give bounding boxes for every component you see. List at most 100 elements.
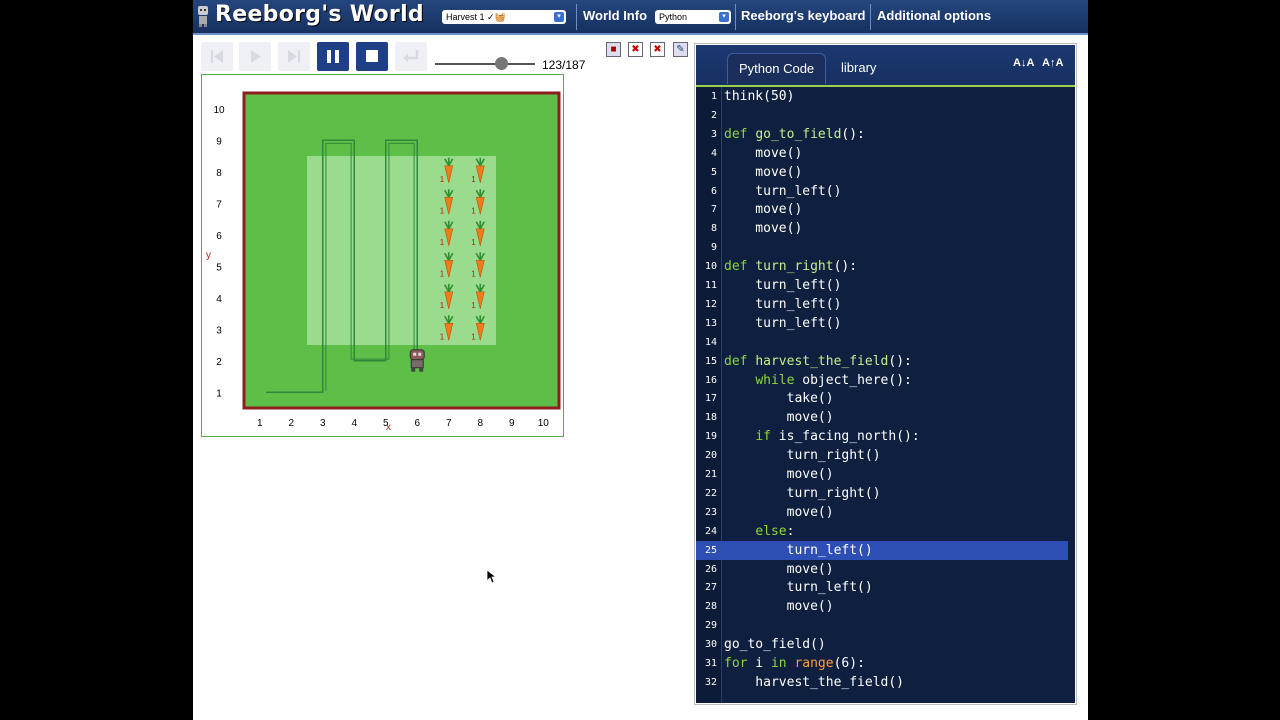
code-text: go_to_field() bbox=[724, 637, 826, 653]
code-line[interactable]: 10 def turn_right(): bbox=[696, 257, 1068, 276]
code-line[interactable]: 27 turn_left() bbox=[696, 578, 1068, 597]
editor-tab-bar: Python Code library A↓A A↑A bbox=[696, 45, 1075, 87]
y-tick-label: 1 bbox=[216, 388, 222, 399]
reload-button[interactable] bbox=[395, 42, 427, 71]
code-line[interactable]: 17 take() bbox=[696, 389, 1068, 408]
stop-button[interactable] bbox=[356, 42, 388, 71]
code-line-highlighted[interactable]: 25 turn_left() bbox=[696, 540, 1068, 560]
carrot-count: 1 bbox=[440, 175, 445, 184]
line-number: 6 bbox=[710, 185, 717, 197]
play-icon bbox=[251, 50, 261, 63]
code-line[interactable]: 5 move() bbox=[696, 163, 1068, 182]
chevron-down-icon: ▾ bbox=[554, 12, 564, 22]
keyboard-button[interactable]: Reeborg's keyboard bbox=[741, 8, 865, 23]
line-number: 10 bbox=[704, 261, 717, 273]
language-select[interactable]: Python ▾ bbox=[655, 10, 731, 24]
skip-forward-icon bbox=[288, 50, 300, 63]
code-line[interactable]: 13 turn_left() bbox=[696, 314, 1068, 333]
additional-options-button[interactable]: Additional options bbox=[877, 8, 991, 23]
code-line[interactable]: 2 bbox=[696, 106, 1068, 125]
code-line[interactable]: 4 move() bbox=[696, 144, 1068, 163]
speed-slider[interactable] bbox=[435, 63, 535, 65]
tab-library[interactable]: library bbox=[830, 53, 887, 83]
run-button[interactable] bbox=[239, 42, 271, 71]
font-increase-button[interactable]: A↑A bbox=[1042, 57, 1063, 69]
code-text: if is_facing_north(): bbox=[755, 429, 920, 445]
code-line[interactable]: 31 for i in range(6): bbox=[696, 654, 1068, 673]
code-text: move() bbox=[724, 202, 803, 218]
code-line[interactable]: 7 move() bbox=[696, 200, 1068, 219]
code-text: turn_right() bbox=[724, 448, 881, 464]
top-menu-bar: Reeborg's World Harvest 1 ✓🧺 ▾ World Inf… bbox=[193, 0, 1088, 35]
y-tick-label: 6 bbox=[216, 231, 222, 242]
line-number: 16 bbox=[704, 374, 717, 386]
line-number: 2 bbox=[710, 109, 717, 121]
world-select[interactable]: Harvest 1 ✓🧺 ▾ bbox=[442, 10, 566, 24]
code-text: turn_left() bbox=[724, 580, 873, 596]
line-number: 15 bbox=[704, 355, 717, 367]
line-number: 29 bbox=[704, 620, 717, 632]
code-line[interactable]: 23 move() bbox=[696, 503, 1068, 522]
line-number: 22 bbox=[704, 487, 717, 499]
code-text: turn_left() bbox=[724, 278, 842, 293]
line-number: 14 bbox=[704, 336, 717, 348]
code-line[interactable]: 26 move() bbox=[696, 560, 1068, 579]
y-axis-label: y bbox=[206, 250, 211, 261]
world-info-button[interactable]: World Info bbox=[583, 8, 647, 23]
edit-world-icon[interactable]: ✎ bbox=[673, 42, 688, 57]
code-line[interactable]: 12 turn_left() bbox=[696, 295, 1068, 314]
reverse-step-button[interactable] bbox=[201, 42, 233, 71]
code-text: move() bbox=[724, 410, 834, 426]
pause-button[interactable] bbox=[317, 42, 349, 71]
robot-wheel-icon bbox=[419, 367, 424, 372]
line-number: 27 bbox=[704, 582, 717, 594]
code-line[interactable]: 16 while object_here(): bbox=[696, 371, 1068, 390]
y-tick-label: 8 bbox=[216, 168, 222, 179]
code-line[interactable]: 28 move() bbox=[696, 597, 1068, 616]
delete-icon[interactable]: ✖ bbox=[628, 42, 643, 57]
line-number: 20 bbox=[704, 450, 717, 462]
carrot-count: 1 bbox=[440, 269, 445, 278]
step-button[interactable] bbox=[278, 42, 310, 71]
code-line[interactable]: 30 go_to_field() bbox=[696, 635, 1068, 654]
code-line[interactable]: 1 think(50) bbox=[696, 87, 1068, 106]
code-line[interactable]: 29 bbox=[696, 616, 1068, 635]
code-line[interactable]: 9 bbox=[696, 238, 1068, 257]
code-line[interactable]: 6 turn_left() bbox=[696, 182, 1068, 201]
code-line[interactable]: 14 bbox=[696, 333, 1068, 352]
menu-divider bbox=[576, 4, 577, 30]
field-area bbox=[307, 156, 496, 345]
carrot-count: 1 bbox=[471, 301, 476, 310]
code-text: move() bbox=[724, 599, 834, 615]
world-grid: 1 11 11 11 11 11 11 2 3 4 5 6 7 8 9 1012345678910xy bbox=[206, 91, 561, 433]
line-number: 26 bbox=[704, 563, 717, 575]
carrot-count: 1 bbox=[471, 269, 476, 278]
speed-slider-handle[interactable] bbox=[494, 57, 508, 70]
code-line[interactable]: 8 move() bbox=[696, 219, 1068, 238]
y-tick-label: 2 bbox=[216, 357, 222, 368]
carrot-count: 1 bbox=[440, 206, 445, 215]
tab-python-code[interactable]: Python Code bbox=[727, 53, 827, 84]
code-line[interactable]: 20 turn_right() bbox=[696, 446, 1068, 465]
font-decrease-button[interactable]: A↓A bbox=[1013, 57, 1034, 69]
code-line[interactable]: 32 harvest_the_field() bbox=[696, 673, 1068, 692]
code-text: move() bbox=[724, 221, 803, 237]
line-number: 18 bbox=[704, 412, 717, 424]
line-number: 28 bbox=[704, 601, 717, 613]
code-line[interactable]: 19 if is_facing_north(): bbox=[696, 427, 1068, 446]
code-line[interactable]: 15 def harvest_the_field(): bbox=[696, 352, 1068, 371]
code-line[interactable]: 21 move() bbox=[696, 465, 1068, 484]
line-number: 21 bbox=[704, 469, 717, 480]
code-line[interactable]: 22 turn_right() bbox=[696, 484, 1068, 503]
code-editor[interactable]: 1 think(50) 2 3 def go_to_field(): 4 move() 5 … bbox=[696, 87, 1075, 703]
code-line[interactable]: 3 def go_to_field(): bbox=[696, 125, 1068, 144]
line-number: 19 bbox=[704, 431, 717, 443]
robot-head-icon bbox=[409, 349, 425, 361]
clear-world-icon[interactable]: ✖ bbox=[650, 42, 665, 57]
robot-model-icon[interactable]: ■ bbox=[606, 42, 621, 57]
code-line[interactable]: 24 else: bbox=[696, 522, 1068, 541]
code-line[interactable]: 11 turn_left() bbox=[696, 276, 1068, 295]
app-title: Reeborg's World bbox=[215, 2, 424, 27]
code-line[interactable]: 18 move() bbox=[696, 408, 1068, 427]
y-tick-label: 10 bbox=[213, 105, 225, 116]
